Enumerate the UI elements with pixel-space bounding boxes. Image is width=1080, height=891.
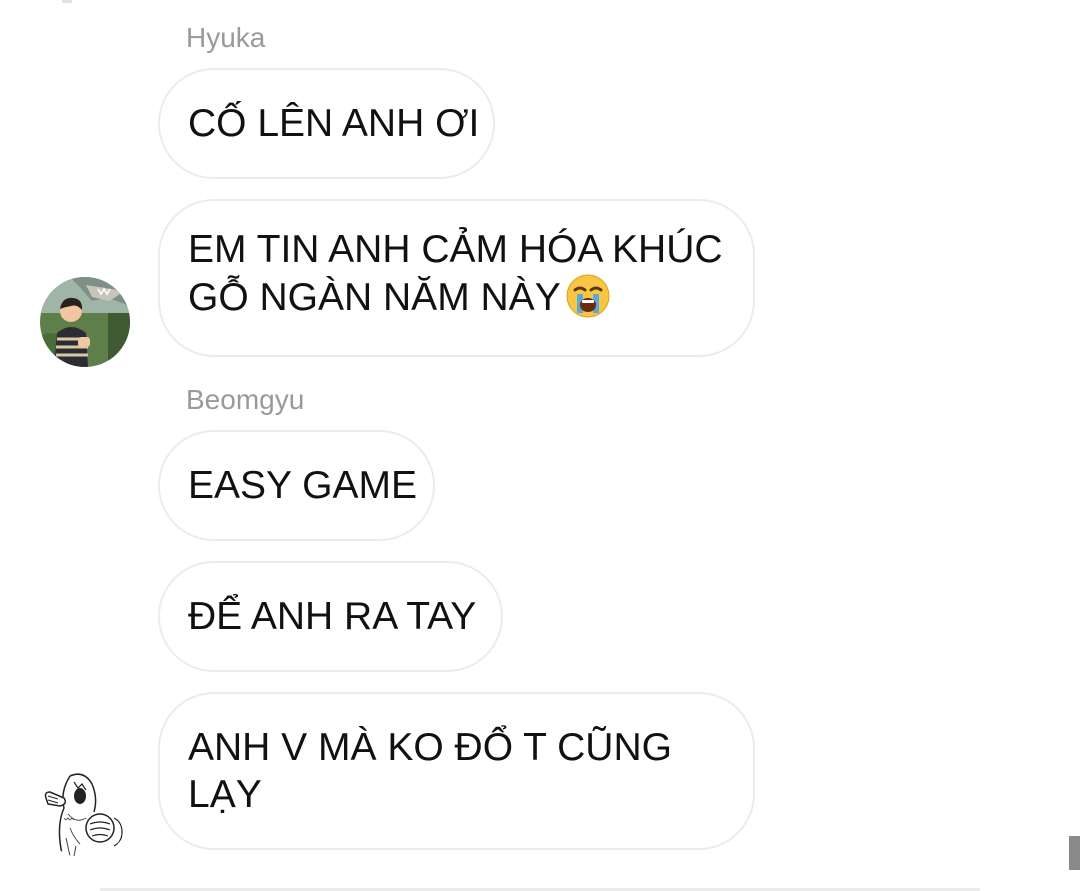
message-bubble[interactable]: EM TIN ANH CẢM HÓA KHÚC GỖ NGÀN NĂM NÀY <box>158 199 755 357</box>
sender-avatar-sketch[interactable] <box>40 768 130 858</box>
message-text: EASY GAME <box>188 464 418 507</box>
sender-name-beomgyu: Beomgyu <box>186 384 305 415</box>
message-bubble[interactable]: EASY GAME <box>158 430 435 541</box>
message-text: CỐ LÊN ANH ƠI <box>188 102 480 145</box>
loudly-crying-face-icon <box>565 273 611 330</box>
message-bubble[interactable]: ĐỂ ANH RA TAY <box>158 561 503 672</box>
message-text: EM TIN ANH CẢM HÓA KHÚC GỖ NGÀN NĂM NÀY <box>188 226 725 330</box>
message-bubble[interactable]: ANH V MÀ KO ĐỔ T CŨNG LẠY <box>158 692 755 850</box>
avatar-photo-icon <box>40 277 130 367</box>
message-bubble[interactable]: CỐ LÊN ANH ƠI <box>158 68 495 179</box>
message-text: ĐỂ ANH RA TAY <box>188 595 477 638</box>
sender-avatar-photo[interactable] <box>40 277 130 367</box>
message-text: ANH V MÀ KO ĐỔ T CŨNG LẠY <box>188 726 672 816</box>
top-edge-artifact <box>62 0 72 3</box>
sender-name-hyuka: Hyuka <box>186 22 266 53</box>
avatar-sketch-icon <box>40 768 130 858</box>
scrollbar-thumb[interactable] <box>1069 836 1080 870</box>
